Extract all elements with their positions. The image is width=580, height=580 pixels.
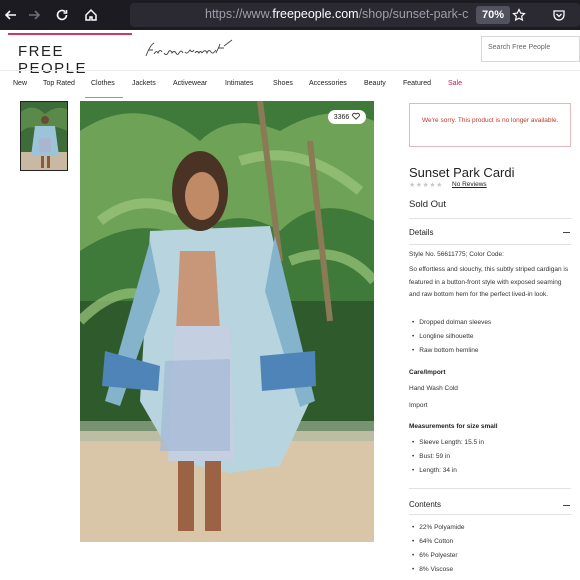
likes-badge[interactable]: 3366 [328,110,366,124]
measurements-heading: Measurements for size small [409,423,498,430]
nav-intimates[interactable]: Intimates [225,80,253,87]
search-input[interactable]: Search Free People [481,36,580,62]
nav-accessories[interactable]: Accessories [309,80,347,87]
rating-stars: ★★★★★ [409,182,443,189]
divider [409,488,571,489]
divider [409,244,571,245]
url-text[interactable]: https://www.freepeople.com/shop/sunset-p… [205,7,469,21]
content-item: 8% Viscose [412,566,453,573]
reviews-link[interactable]: No Reviews [452,181,487,188]
feature-item: Dropped dolman sleeves [412,319,491,326]
home-icon[interactable] [82,6,100,24]
care-text: Hand Wash Cold [409,385,458,392]
style-number: Style No. 56611775; Color Code: [409,251,504,258]
product-thumbnail[interactable] [20,101,68,171]
back-arrow-icon[interactable] [2,6,20,24]
collapse-icon[interactable] [563,232,570,233]
logo-box[interactable]: FREE PEOPLE [8,33,132,77]
content-item: 22% Polyamide [412,524,464,531]
contents-heading[interactable]: Contents [409,500,441,509]
nav-new[interactable]: New [13,80,27,87]
measurement-item: Bust: 59 in [412,453,450,460]
zoom-badge[interactable]: 70% [476,6,511,24]
category-nav: New Top Rated Clothes Jackets Activewear… [0,70,580,98]
pocket-icon[interactable] [550,6,568,24]
nav-sale[interactable]: Sale [448,80,462,87]
unavailable-alert: We're sorry. This product is no longer a… [409,103,571,147]
heart-icon[interactable] [352,112,361,122]
collapse-icon[interactable] [563,505,570,506]
browser-toolbar: https://www.freepeople.com/shop/sunset-p… [0,0,580,30]
feature-item: Longline silhouette [412,333,473,340]
star-bookmark-icon[interactable] [510,6,528,24]
feature-item: Raw bottom hemline [412,347,478,354]
fp-movement-logo[interactable] [142,36,242,64]
measurement-item: Sleeve Length: 15.5 in [412,439,484,446]
product-description: So effortless and slouchy, this subtly s… [409,266,569,298]
product-title: Sunset Park Cardi [409,165,515,180]
nav-jackets[interactable]: Jackets [132,80,156,87]
reload-icon[interactable] [53,6,71,24]
content-item: 64% Cotton [412,538,453,545]
nav-top-rated[interactable]: Top Rated [43,80,75,87]
divider [409,218,571,219]
content-item: 6% Polyester [412,552,457,559]
nav-activewear[interactable]: Activewear [173,80,207,87]
nav-clothes[interactable]: Clothes [91,80,115,87]
product-main-image[interactable] [80,101,374,542]
likes-count: 3366 [333,113,350,121]
alert-text: We're sorry. This product is no longer a… [422,117,559,124]
search-placeholder: Search Free People [488,44,551,51]
nav-beauty[interactable]: Beauty [364,80,386,87]
divider [409,514,571,515]
address-bar[interactable]: https://www.freepeople.com/shop/sunset-p… [130,3,580,27]
care-heading: Care/Import [409,369,446,376]
import-text: Import [409,402,428,409]
measurement-item: Length: 34 in [412,467,457,474]
stock-status: Sold Out [409,199,446,210]
nav-shoes[interactable]: Shoes [273,80,293,87]
forward-arrow-icon[interactable] [25,6,43,24]
nav-featured[interactable]: Featured [403,80,431,87]
details-heading[interactable]: Details [409,228,433,237]
